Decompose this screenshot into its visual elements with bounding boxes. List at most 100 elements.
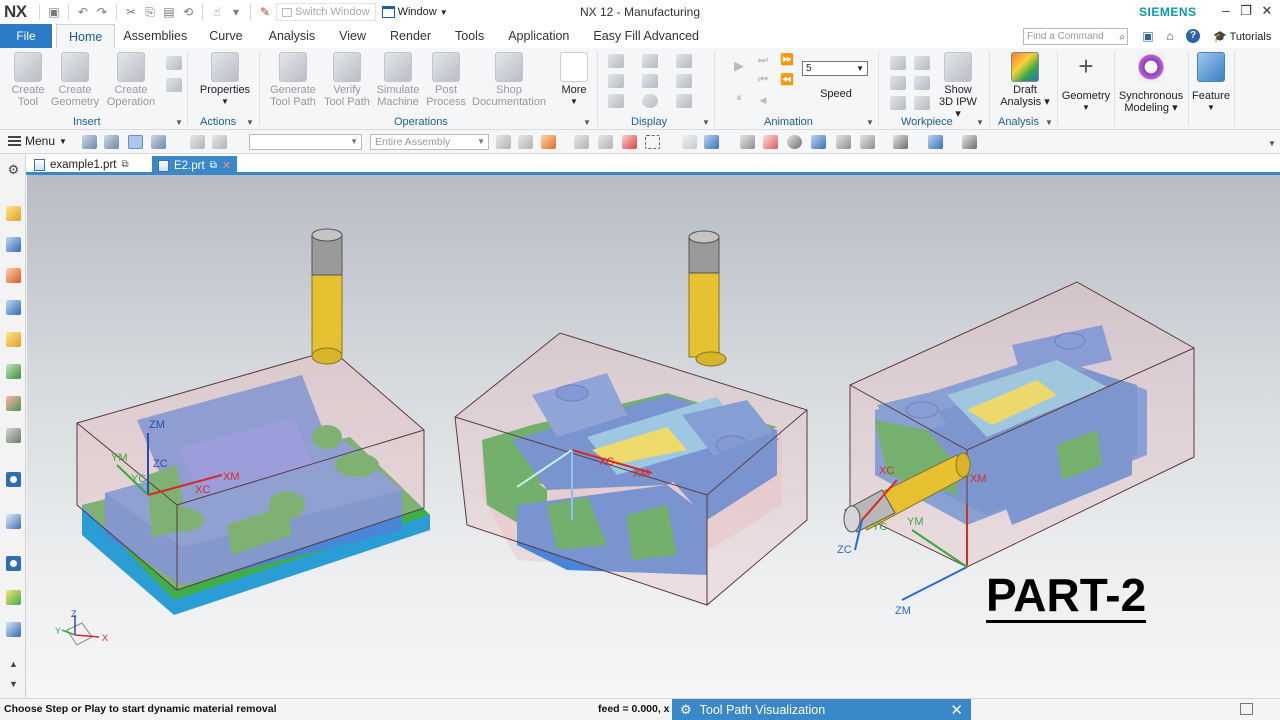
assembly-navigator-icon[interactable] [6, 300, 21, 315]
view-icon-2[interactable] [704, 135, 719, 149]
minimize-button[interactable]: – [1216, 3, 1236, 21]
pan-icon[interactable] [811, 135, 826, 149]
play-icon[interactable]: ▶ [732, 59, 746, 72]
snap-icon-2[interactable] [518, 135, 533, 149]
properties-button[interactable]: Properties ▼ [198, 52, 252, 108]
chevron-down-icon[interactable]: ▼ [583, 118, 591, 127]
doc-tab-example1[interactable]: example1.prt ⧉ [28, 156, 135, 173]
background-icon[interactable] [893, 135, 908, 149]
rectangle-select-icon[interactable] [645, 135, 660, 149]
workpiece-icon-2[interactable] [890, 76, 906, 90]
tab-analysis[interactable]: Analysis [257, 24, 328, 48]
type-filter-select[interactable]: ▼ [249, 134, 362, 150]
clock-icon[interactable] [6, 556, 21, 571]
display-icon-1[interactable] [608, 54, 624, 68]
view-orient-icon[interactable] [836, 135, 851, 149]
menu-button[interactable]: Menu ▼ [8, 134, 67, 148]
next-op-icon[interactable]: ⏩ [780, 54, 794, 66]
prev-op-icon[interactable]: ⏪ [780, 74, 794, 86]
external-link-icon[interactable]: ⧉ [121, 159, 128, 170]
chevron-down-icon[interactable]: ▼ [1045, 118, 1053, 127]
window-menu-button[interactable]: Window ▼ [381, 6, 448, 18]
draft-analysis-button[interactable]: Draft Analysis ▾ [998, 52, 1052, 108]
doc-tab-e2[interactable]: E2.prt ⧉ ✕ [152, 156, 238, 175]
tab-application[interactable]: Application [496, 24, 581, 48]
show-3d-ipw-button[interactable]: Show 3D IPW ▾ [936, 52, 980, 120]
render-style-icon[interactable] [860, 135, 875, 149]
restore-button[interactable]: ❐ [1236, 3, 1256, 21]
selection-icon[interactable] [541, 135, 556, 149]
undo-icon[interactable]: ↶ [75, 4, 91, 20]
graphics-window[interactable]: ZM YM YC ZC XC XM XC XM XC XM YC YM ZC Z… [27, 175, 1280, 698]
display-icon-4[interactable] [608, 74, 624, 88]
part-2-model[interactable] [454, 230, 808, 606]
tab-assemblies[interactable]: Assemblies [115, 24, 195, 48]
save-icon[interactable]: ▣ [46, 4, 62, 20]
display-icon-3[interactable] [676, 54, 692, 68]
tab-render[interactable]: Render [378, 24, 443, 48]
program-order-view-icon[interactable] [82, 135, 97, 149]
zoom-icon[interactable] [763, 135, 778, 149]
machining-method-view-icon[interactable] [151, 135, 166, 149]
part-3-model[interactable] [843, 281, 1195, 601]
geometry-view-icon[interactable] [128, 135, 143, 149]
geometry-button[interactable]: + Geometry ▼ [1060, 52, 1112, 114]
machine-tool-navigator-icon[interactable] [6, 237, 21, 252]
help-icon[interactable]: ? [1186, 29, 1200, 43]
palette-icon[interactable] [6, 590, 21, 605]
chevron-down-icon[interactable]: ▼ [866, 118, 874, 127]
workpiece-icon-5[interactable] [914, 76, 930, 90]
part-1-model[interactable] [76, 228, 430, 615]
fullscreen-icon[interactable] [1240, 703, 1253, 715]
rewind-icon[interactable]: ◀ [756, 94, 770, 106]
machining-feature-navigator-icon[interactable] [6, 268, 21, 283]
feature-button[interactable]: Feature ▼ [1190, 52, 1232, 114]
eraser-icon[interactable]: ✎ [257, 4, 273, 20]
scroll-up-icon[interactable]: ▲ [6, 659, 21, 674]
workpiece-icon-3[interactable] [890, 96, 906, 110]
speed-select[interactable]: 5 ▼ [802, 61, 868, 76]
fit-icon[interactable] [740, 135, 755, 149]
filter-icon-2[interactable] [212, 135, 227, 149]
machine-tool-view-icon[interactable] [104, 135, 119, 149]
external-link-icon[interactable]: ⧉ [210, 160, 217, 171]
display-icon-6[interactable] [676, 74, 692, 88]
display-icon-9[interactable] [676, 94, 692, 108]
workpiece-icon-1[interactable] [890, 56, 906, 70]
toolbar-overflow-icon[interactable]: ▼ [1268, 139, 1276, 148]
chevron-down-icon[interactable]: ▼ [976, 118, 984, 127]
tab-file[interactable]: File [0, 24, 52, 48]
tab-easy-fill-advanced[interactable]: Easy Fill Advanced [581, 24, 711, 48]
create-geometry-button[interactable]: Create Geometry [50, 52, 100, 108]
close-icon[interactable]: ✕ [950, 701, 963, 719]
operation-navigator-icon[interactable] [6, 206, 21, 221]
part-navigator-icon[interactable] [6, 364, 21, 379]
work-layer-icon[interactable] [928, 135, 943, 149]
constraint-navigator-icon[interactable] [6, 332, 21, 347]
create-operation-button[interactable]: Create Operation [104, 52, 158, 108]
workpiece-icon-6[interactable] [914, 96, 930, 110]
verify-tool-path-button[interactable]: Verify Tool Path [322, 52, 372, 108]
display-icon-8[interactable] [642, 94, 658, 108]
select-icon-1[interactable] [574, 135, 589, 149]
select-icon-3[interactable] [622, 135, 637, 149]
workpiece-icon-4[interactable] [914, 56, 930, 70]
roles-icon[interactable] [6, 622, 21, 637]
cut-icon[interactable]: ✂ [123, 4, 139, 20]
resource-bar-icon[interactable]: ⌂ [1162, 29, 1178, 43]
create-tool-button[interactable]: Create Tool [8, 52, 48, 108]
shop-documentation-button[interactable]: Shop Documentation [470, 52, 548, 108]
tab-view[interactable]: View [327, 24, 378, 48]
tool-path-visualization-dialog-bar[interactable]: ⚙ Tool Path Visualization ✕ [672, 699, 971, 720]
display-icon-7[interactable] [608, 94, 624, 108]
display-icon-2[interactable] [642, 54, 658, 68]
hd3d-tools-icon[interactable] [6, 428, 21, 443]
chevron-down-icon[interactable]: ▼ [175, 118, 183, 127]
paste-icon[interactable]: ▤ [161, 4, 177, 20]
chevron-down-icon[interactable]: ▼ [246, 118, 254, 127]
chevron-down-icon[interactable]: ▼ [702, 118, 710, 127]
touch-mode-icon[interactable]: ☝ [209, 4, 225, 20]
snap-icon-1[interactable] [496, 135, 511, 149]
repeat-command-icon[interactable]: ⟲ [180, 4, 196, 20]
quick-access-dropdown-icon[interactable]: ▾ [228, 4, 244, 20]
